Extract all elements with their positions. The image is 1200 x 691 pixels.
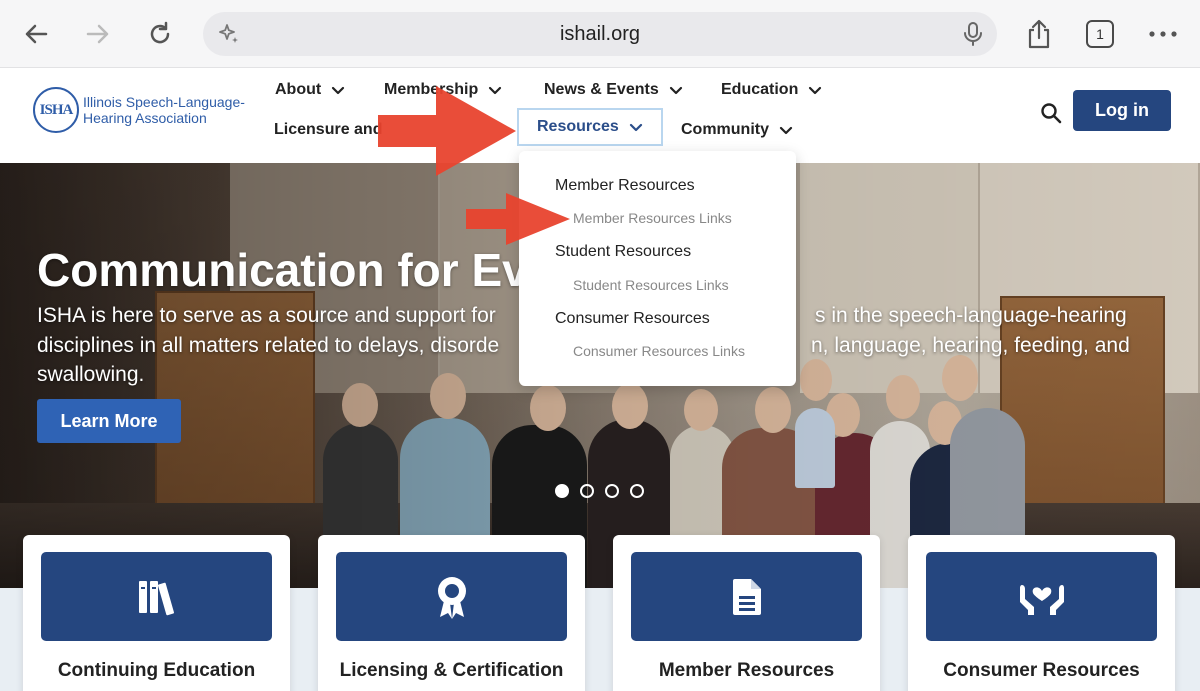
logo-mark: ISHA (33, 87, 79, 133)
tab-count-button[interactable]: 1 (1086, 20, 1114, 48)
nav-resources-label: Resources (537, 118, 619, 135)
hero-text-line-1-start: ISHA is here to serve as a source and su… (37, 304, 496, 327)
dropdown-consumer-resources[interactable]: Consumer Resources (555, 310, 710, 328)
nav-community[interactable]: Community (681, 121, 793, 139)
back-button[interactable] (18, 16, 54, 52)
nav-news-events-label: News & Events (544, 81, 659, 98)
more-options-button[interactable] (1145, 16, 1181, 52)
url-text: ishail.org (559, 22, 641, 45)
address-bar[interactable]: ishail.org (203, 12, 997, 56)
chevron-down-icon (809, 86, 822, 94)
nav-resources[interactable]: Resources (517, 108, 663, 146)
chevron-down-icon (629, 123, 642, 131)
annotation-arrow-icon (378, 86, 516, 176)
carousel-dot-2[interactable] (580, 484, 594, 498)
nav-about-label: About (275, 81, 322, 98)
card-continuing-education[interactable]: Continuing Education (23, 535, 290, 691)
logo-text: Illinois Speech-Language- Hearing Associ… (83, 94, 245, 126)
card-consumer-resources[interactable]: Consumer Resources (908, 535, 1175, 691)
site-logo[interactable]: ISHA Illinois Speech-Language- Hearing A… (33, 87, 245, 133)
hero-text-line-1-end: s in the speech-language-hearing (815, 304, 1127, 327)
nav-community-label: Community (681, 121, 769, 138)
search-icon[interactable] (1040, 102, 1062, 129)
card-label: Continuing Education (57, 660, 256, 681)
card-member-resources[interactable]: Member Resources (613, 535, 880, 691)
forward-button[interactable] (80, 16, 116, 52)
card-icon-box (336, 552, 567, 641)
dropdown-member-resources[interactable]: Member Resources (555, 177, 695, 195)
hero-title: Communication for Ever (37, 244, 572, 296)
hands-heart-icon (1019, 584, 1064, 615)
logo-line-2: Hearing Association (83, 110, 207, 126)
nav-licensure[interactable]: Licensure and (274, 121, 382, 139)
site-header: ISHA Illinois Speech-Language- Hearing A… (0, 69, 1200, 163)
card-icon-box (926, 552, 1157, 641)
books-icon (138, 580, 174, 615)
nav-licensure-label: Licensure and (274, 121, 383, 138)
carousel-dots (555, 484, 644, 498)
card-icon-box (41, 552, 272, 641)
forward-arrow-icon (86, 24, 109, 44)
reload-button[interactable] (142, 16, 178, 52)
carousel-dot-4[interactable] (630, 484, 644, 498)
annotation-arrow-icon (466, 193, 570, 245)
nav-news-events[interactable]: News & Events (544, 81, 683, 99)
dropdown-student-resources-links[interactable]: Student Resources Links (573, 277, 729, 293)
share-button[interactable] (1021, 16, 1057, 52)
chevron-down-icon (332, 86, 345, 94)
logo-line-1: Illinois Speech-Language- (83, 94, 245, 110)
carousel-dot-1[interactable] (555, 484, 569, 498)
card-licensing-certification[interactable]: Licensing & Certification (318, 535, 585, 691)
chevron-down-icon (779, 126, 793, 134)
login-button[interactable]: Log in (1073, 90, 1171, 131)
document-icon (732, 578, 761, 615)
microphone-icon[interactable] (961, 21, 985, 52)
nav-about[interactable]: About (275, 81, 345, 99)
nav-education-label: Education (721, 81, 799, 98)
card-label: Licensing & Certification (339, 660, 564, 681)
learn-more-button[interactable]: Learn More (37, 399, 181, 443)
resources-dropdown: Member Resources Member Resources Links … (519, 151, 796, 386)
card-label: Member Resources (658, 660, 835, 681)
award-ribbon-icon (437, 576, 466, 619)
nav-education[interactable]: Education (721, 81, 822, 99)
hero-text-line-2-start: disciplines in all matters related to de… (37, 333, 500, 357)
carousel-dot-3[interactable] (605, 484, 619, 498)
ellipsis-icon (1149, 31, 1177, 37)
chevron-down-icon (669, 86, 682, 94)
card-label: Consumer Resources (943, 660, 1140, 681)
card-icon-box (631, 552, 862, 641)
dropdown-student-resources[interactable]: Student Resources (555, 243, 691, 261)
hero-text-line-2-end: n, language, hearing, feeding, and (811, 333, 1130, 357)
share-icon (1028, 19, 1050, 49)
back-arrow-icon (25, 24, 48, 44)
browser-toolbar: ishail.org 1 (0, 0, 1200, 68)
dropdown-member-resources-links[interactable]: Member Resources Links (573, 210, 732, 226)
reload-icon (150, 21, 170, 44)
dropdown-consumer-resources-links[interactable]: Consumer Resources Links (573, 343, 745, 359)
sparkle-icon[interactable] (217, 22, 241, 51)
